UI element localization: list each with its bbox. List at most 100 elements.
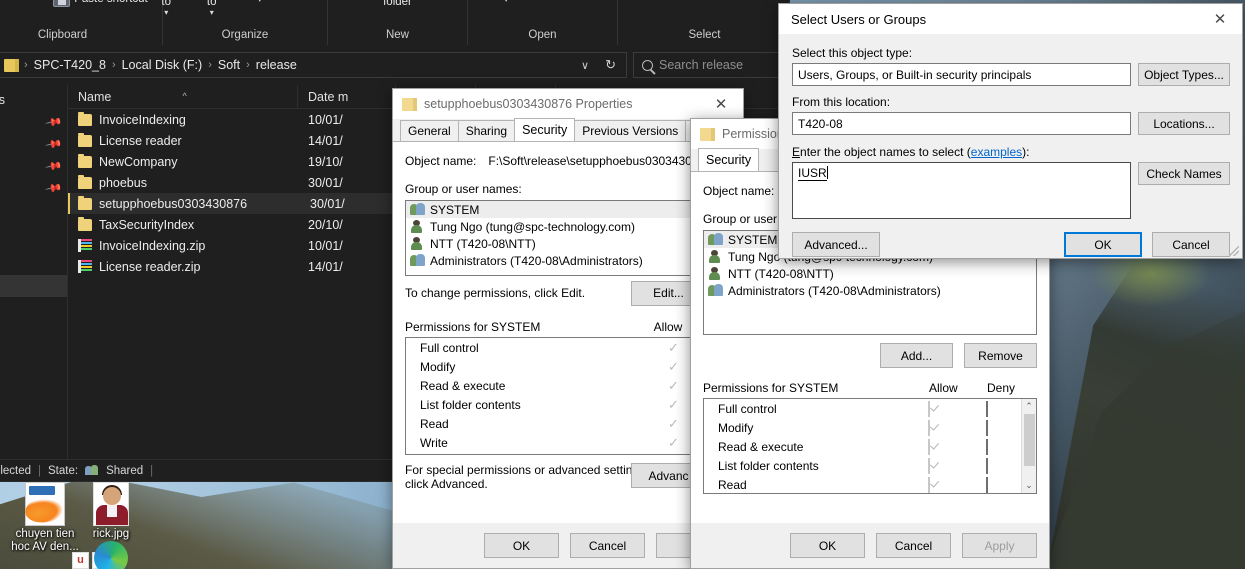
breadcrumb-item-3[interactable]: release [253, 58, 300, 72]
object-types-button[interactable]: Object Types... [1138, 63, 1230, 86]
search-input[interactable]: Search release [633, 52, 783, 78]
sidebar-item-pictures[interactable]: s 📌 [0, 177, 67, 199]
file-date: 19/10/ [308, 154, 343, 169]
list-item[interactable]: SYSTEM [406, 201, 730, 218]
ok-button[interactable]: OK [790, 533, 865, 558]
column-header-date-modified[interactable]: Date m [298, 85, 396, 109]
folder-icon [78, 111, 92, 126]
taskbar-item[interactable]: u [72, 552, 89, 569]
permission-row[interactable]: List folder contents ✓ [406, 395, 730, 414]
cancel-button[interactable]: Cancel [1152, 232, 1230, 257]
chevron-down-icon[interactable]: ∨ [573, 59, 597, 72]
remove-button[interactable]: Remove [964, 343, 1037, 368]
resize-grip-icon[interactable] [1229, 246, 1239, 256]
group-user-listbox[interactable]: SYSTEM Tung Ngo (tung@spc-technology.com… [405, 200, 731, 276]
permission-row[interactable]: Read ✓ [406, 414, 730, 433]
paste-shortcut-button[interactable]: Paste shortcut [49, 0, 152, 8]
sidebar-item-desktop[interactable]: p 📌 [0, 111, 67, 133]
sidebar-item-group-b[interactable]: e [0, 241, 67, 263]
sidebar-item-this-pc[interactable]: 0_8 [0, 275, 67, 297]
browser-icon[interactable] [94, 541, 128, 569]
permission-row[interactable]: Read & execute ✓ [406, 376, 730, 395]
allow-checkbox[interactable] [928, 438, 986, 455]
select-users-titlebar[interactable]: Select Users or Groups ✕ [779, 4, 1242, 34]
locations-button[interactable]: Locations... [1138, 112, 1230, 135]
desktop-icon-image[interactable]: rick.jpg [68, 482, 154, 541]
copy-to-button[interactable]: Copy to ▾ [194, 0, 229, 17]
permission-name: Read & execute [718, 439, 804, 454]
breadcrumb-item-2[interactable]: Soft [215, 58, 243, 72]
tab-security[interactable]: Security [698, 148, 760, 171]
list-item-label: Tung Ngo (tung@spc-technology.com) [430, 219, 635, 234]
object-names-input[interactable]: IUSR [792, 162, 1131, 219]
ok-button[interactable]: OK [1064, 232, 1142, 257]
breadcrumb-item-0[interactable]: SPC-T420_8 [31, 58, 109, 72]
allow-checkbox[interactable] [928, 400, 986, 417]
column-header-name[interactable]: ^ Name [68, 85, 298, 109]
close-icon[interactable]: ✕ [699, 89, 743, 119]
permission-row[interactable]: Full control ✓ [406, 338, 730, 357]
permission-row[interactable]: Full control [704, 399, 1036, 418]
sidebar-item-documents[interactable]: ents 📌 [0, 155, 67, 177]
permissions-scrollbar[interactable]: ⌃ ⌄ [1021, 399, 1036, 493]
ok-button[interactable]: OK [484, 533, 559, 558]
tab-previous-versions[interactable]: Previous Versions [574, 120, 687, 141]
permissions-listbox[interactable]: Full control Modify Read & execute List … [703, 398, 1037, 494]
sidebar-item-downloads[interactable]: oads 📌 [0, 133, 67, 155]
cancel-button[interactable]: Cancel [570, 533, 645, 558]
allow-checkbox[interactable] [928, 457, 986, 474]
address-bar: ↑ › SPC-T420_8 › Local Disk (F:) › Soft … [0, 45, 789, 85]
sidebar-item-quick-access[interactable]: ccess [0, 89, 67, 111]
add-button[interactable]: Add... [880, 343, 953, 368]
folder-icon [78, 195, 92, 210]
examples-link[interactable]: examples [971, 145, 1022, 159]
invert-selection-button[interactable]: Invert selection [651, 0, 757, 1]
list-item[interactable]: Tung Ngo (tung@spc-technology.com) [406, 218, 730, 235]
permission-row[interactable]: List folder contents [704, 456, 1036, 475]
list-item[interactable]: NTT (T420-08\NTT) [406, 235, 730, 252]
check-names-button[interactable]: Check Names [1138, 162, 1230, 185]
close-icon[interactable]: ✕ [1198, 4, 1242, 34]
list-item[interactable]: Administrators (T420-08\Administrators) [704, 282, 1036, 299]
tab-security[interactable]: Security [514, 118, 576, 141]
list-item[interactable]: NTT (T420-08\NTT) [704, 265, 1036, 282]
permissions-listbox[interactable]: Full control ✓ Modify ✓ Read & execute ✓… [405, 337, 731, 455]
permission-row[interactable]: Modify [704, 418, 1036, 437]
move-to-button[interactable]: Move to ▾ [148, 0, 184, 17]
location-value: T420-08 [798, 116, 843, 131]
tab-sharing[interactable]: Sharing [457, 120, 516, 141]
scrollbar-thumb[interactable] [1023, 414, 1035, 466]
tab-general[interactable]: General [400, 120, 459, 141]
permission-row[interactable]: Read [704, 475, 1036, 493]
status-divider: | [38, 464, 42, 477]
new-folder-button[interactable]: New folder [379, 0, 416, 9]
list-item-label: SYSTEM [430, 202, 480, 217]
permission-row[interactable]: Modify ✓ [406, 357, 730, 376]
properties-dialog-titlebar[interactable]: setupphoebus0303430876 Properties ✕ [393, 89, 743, 119]
object-name-value: F:\Soft\release\setupphoebus0303430876 [488, 154, 712, 168]
object-type-field[interactable]: Users, Groups, or Built-in security prin… [792, 63, 1131, 86]
allow-checkbox[interactable] [928, 419, 986, 436]
refresh-icon[interactable]: ↻ [599, 57, 622, 73]
location-field[interactable]: T420-08 [792, 112, 1131, 135]
permission-row[interactable]: Write ✓ [406, 433, 730, 452]
sidebar-item-group-a[interactable]: : [0, 209, 67, 231]
ribbon-group-title: Select [688, 29, 721, 41]
breadcrumb[interactable]: › SPC-T420_8 › Local Disk (F:) › Soft › … [0, 52, 627, 78]
permission-name: Write [420, 435, 448, 450]
sidebar-item-group-c[interactable]: : [0, 307, 67, 329]
list-item[interactable]: Administrators (T420-08\Administrators) [406, 252, 730, 269]
history-button[interactable]: History [544, 0, 609, 1]
properties-button[interactable]: Properties ▾ [476, 0, 536, 4]
breadcrumb-item-1[interactable]: Local Disk (F:) [119, 58, 206, 72]
scroll-up-icon[interactable]: ⌃ [1022, 399, 1037, 414]
taskbar-items[interactable]: u i [72, 541, 158, 569]
folder-icon [4, 58, 19, 72]
delete-button[interactable]: Delete ▾ [239, 0, 280, 4]
permission-row[interactable]: Read & execute [704, 437, 1036, 456]
allow-checkbox[interactable] [928, 476, 986, 493]
advanced-button[interactable]: Advanced... [792, 232, 880, 257]
scroll-down-icon[interactable]: ⌄ [1022, 478, 1037, 493]
cancel-button[interactable]: Cancel [876, 533, 951, 558]
status-selection: em selected [0, 464, 32, 477]
